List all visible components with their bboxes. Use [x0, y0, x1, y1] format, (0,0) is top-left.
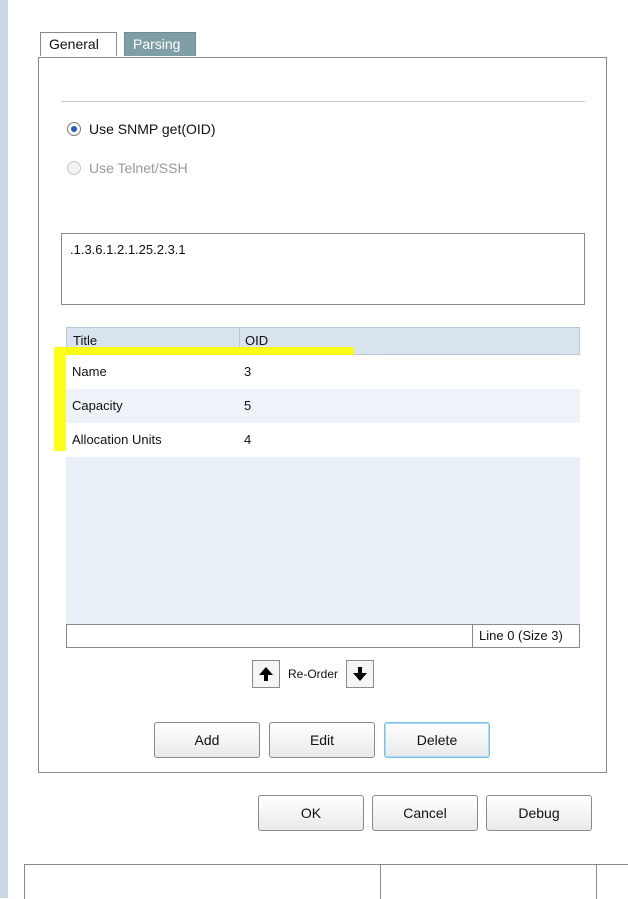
use-telnet-option: Use Telnet/SSH — [67, 157, 188, 179]
table-row[interactable]: Name 3 — [66, 355, 580, 389]
arrow-up-icon — [259, 667, 273, 681]
add-button[interactable]: Add — [154, 722, 260, 758]
status-segment — [380, 865, 381, 899]
debug-button[interactable]: Debug — [486, 795, 592, 831]
table-body: Name 3 Capacity 5 Allocation Units 4 — [54, 347, 580, 624]
status-segment — [24, 865, 25, 899]
move-up-button[interactable] — [252, 660, 280, 688]
table-status: Line 0 (Size 3) — [479, 628, 563, 643]
oid-input-value: .1.3.6.1.2.1.25.2.3.1 — [70, 242, 186, 257]
cell-oid: 3 — [244, 364, 252, 379]
table-status-bar: Line 0 (Size 3) — [66, 624, 580, 648]
reorder-label: Re-Order — [288, 667, 339, 681]
status-segment — [596, 865, 597, 899]
cell-title: Name — [72, 364, 107, 379]
edit-button[interactable]: Edit — [269, 722, 375, 758]
window-status-bar — [24, 864, 628, 899]
parsing-panel: Use SNMP get(OID) Use Telnet/SSH .1.3.6.… — [38, 57, 607, 773]
move-down-button[interactable] — [346, 660, 375, 688]
status-divider — [472, 625, 473, 647]
tab-parsing[interactable]: Parsing — [124, 32, 196, 56]
ok-button[interactable]: OK — [258, 795, 364, 831]
section-separator — [61, 101, 585, 102]
use-snmp-label: Use SNMP get(OID) — [89, 121, 216, 137]
radio-disabled-icon — [67, 161, 81, 175]
arrow-down-icon — [353, 667, 368, 681]
window-left-rail — [0, 0, 8, 898]
reorder-controls: Re-Order — [252, 656, 375, 692]
oid-input[interactable]: .1.3.6.1.2.1.25.2.3.1 — [61, 233, 585, 305]
cell-oid: 5 — [244, 398, 252, 413]
oid-mapping-table: Title OID Name 3 Capacity 5 Allocation U… — [54, 327, 580, 651]
cancel-button[interactable]: Cancel — [372, 795, 478, 831]
radio-selected-icon[interactable] — [67, 122, 81, 136]
tab-general[interactable]: General — [40, 32, 117, 56]
cell-title: Allocation Units — [72, 432, 162, 447]
use-telnet-label: Use Telnet/SSH — [89, 160, 188, 176]
cell-oid: 4 — [244, 432, 252, 447]
delete-button[interactable]: Delete — [384, 722, 490, 758]
table-row[interactable]: Capacity 5 — [66, 389, 580, 423]
table-row[interactable]: Allocation Units 4 — [66, 423, 580, 457]
cell-title: Capacity — [72, 398, 123, 413]
use-snmp-option[interactable]: Use SNMP get(OID) — [67, 118, 216, 140]
